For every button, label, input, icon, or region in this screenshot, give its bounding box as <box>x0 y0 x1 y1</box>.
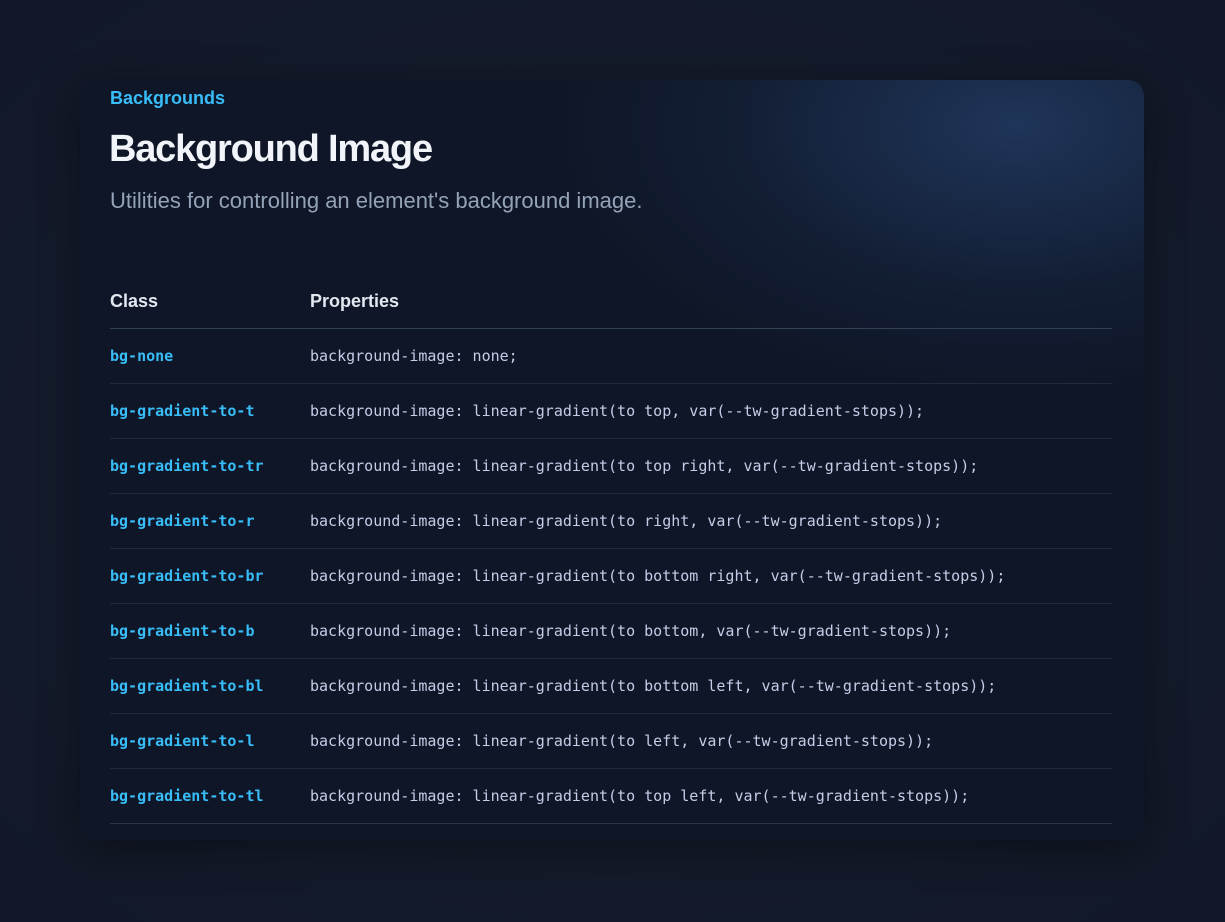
docs-card: Backgrounds Background Image Utilities f… <box>80 80 1144 840</box>
class-cell: bg-gradient-to-l <box>110 713 310 769</box>
section-eyebrow[interactable]: Backgrounds <box>110 88 225 109</box>
properties-cell: background-image: none; <box>310 328 1112 384</box>
table-row: bg-gradient-to-l background-image: linea… <box>110 713 1112 769</box>
class-properties-table: Class Properties bg-none background-imag… <box>110 274 1112 824</box>
class-cell: bg-gradient-to-tr <box>110 438 310 494</box>
properties-cell: background-image: linear-gradient(to bot… <box>310 658 1112 714</box>
class-cell: bg-gradient-to-bl <box>110 658 310 714</box>
properties-cell: background-image: linear-gradient(to bot… <box>310 548 1112 604</box>
properties-cell: background-image: linear-gradient(to bot… <box>310 603 1112 659</box>
column-header-properties: Properties <box>310 274 1112 329</box>
table-row: bg-gradient-to-br background-image: line… <box>110 548 1112 604</box>
properties-cell: background-image: linear-gradient(to top… <box>310 768 1112 824</box>
page-subtitle: Utilities for controlling an element's b… <box>110 188 643 213</box>
properties-cell: background-image: linear-gradient(to top… <box>310 383 1112 439</box>
table-row: bg-gradient-to-tr background-image: line… <box>110 438 1112 494</box>
class-cell: bg-none <box>110 328 310 384</box>
table-header-row: Class Properties <box>110 274 1112 329</box>
table-row: bg-gradient-to-b background-image: linea… <box>110 603 1112 659</box>
class-cell: bg-gradient-to-b <box>110 603 310 659</box>
class-cell: bg-gradient-to-t <box>110 383 310 439</box>
properties-cell: background-image: linear-gradient(to lef… <box>310 713 1112 769</box>
column-header-class: Class <box>110 274 310 329</box>
properties-cell: background-image: linear-gradient(to top… <box>310 438 1112 494</box>
class-cell: bg-gradient-to-tl <box>110 768 310 824</box>
table-row: bg-gradient-to-tl background-image: line… <box>110 768 1112 824</box>
table-row: bg-gradient-to-r background-image: linea… <box>110 493 1112 549</box>
table-row: bg-gradient-to-t background-image: linea… <box>110 383 1112 439</box>
table-body: bg-none background-image: none; bg-gradi… <box>110 328 1112 824</box>
table-row: bg-gradient-to-bl background-image: line… <box>110 658 1112 714</box>
table-row: bg-none background-image: none; <box>110 328 1112 384</box>
page-title: Background Image <box>109 128 433 170</box>
table-header: Class Properties <box>110 274 1112 329</box>
properties-cell: background-image: linear-gradient(to rig… <box>310 493 1112 549</box>
class-cell: bg-gradient-to-br <box>110 548 310 604</box>
class-cell: bg-gradient-to-r <box>110 493 310 549</box>
